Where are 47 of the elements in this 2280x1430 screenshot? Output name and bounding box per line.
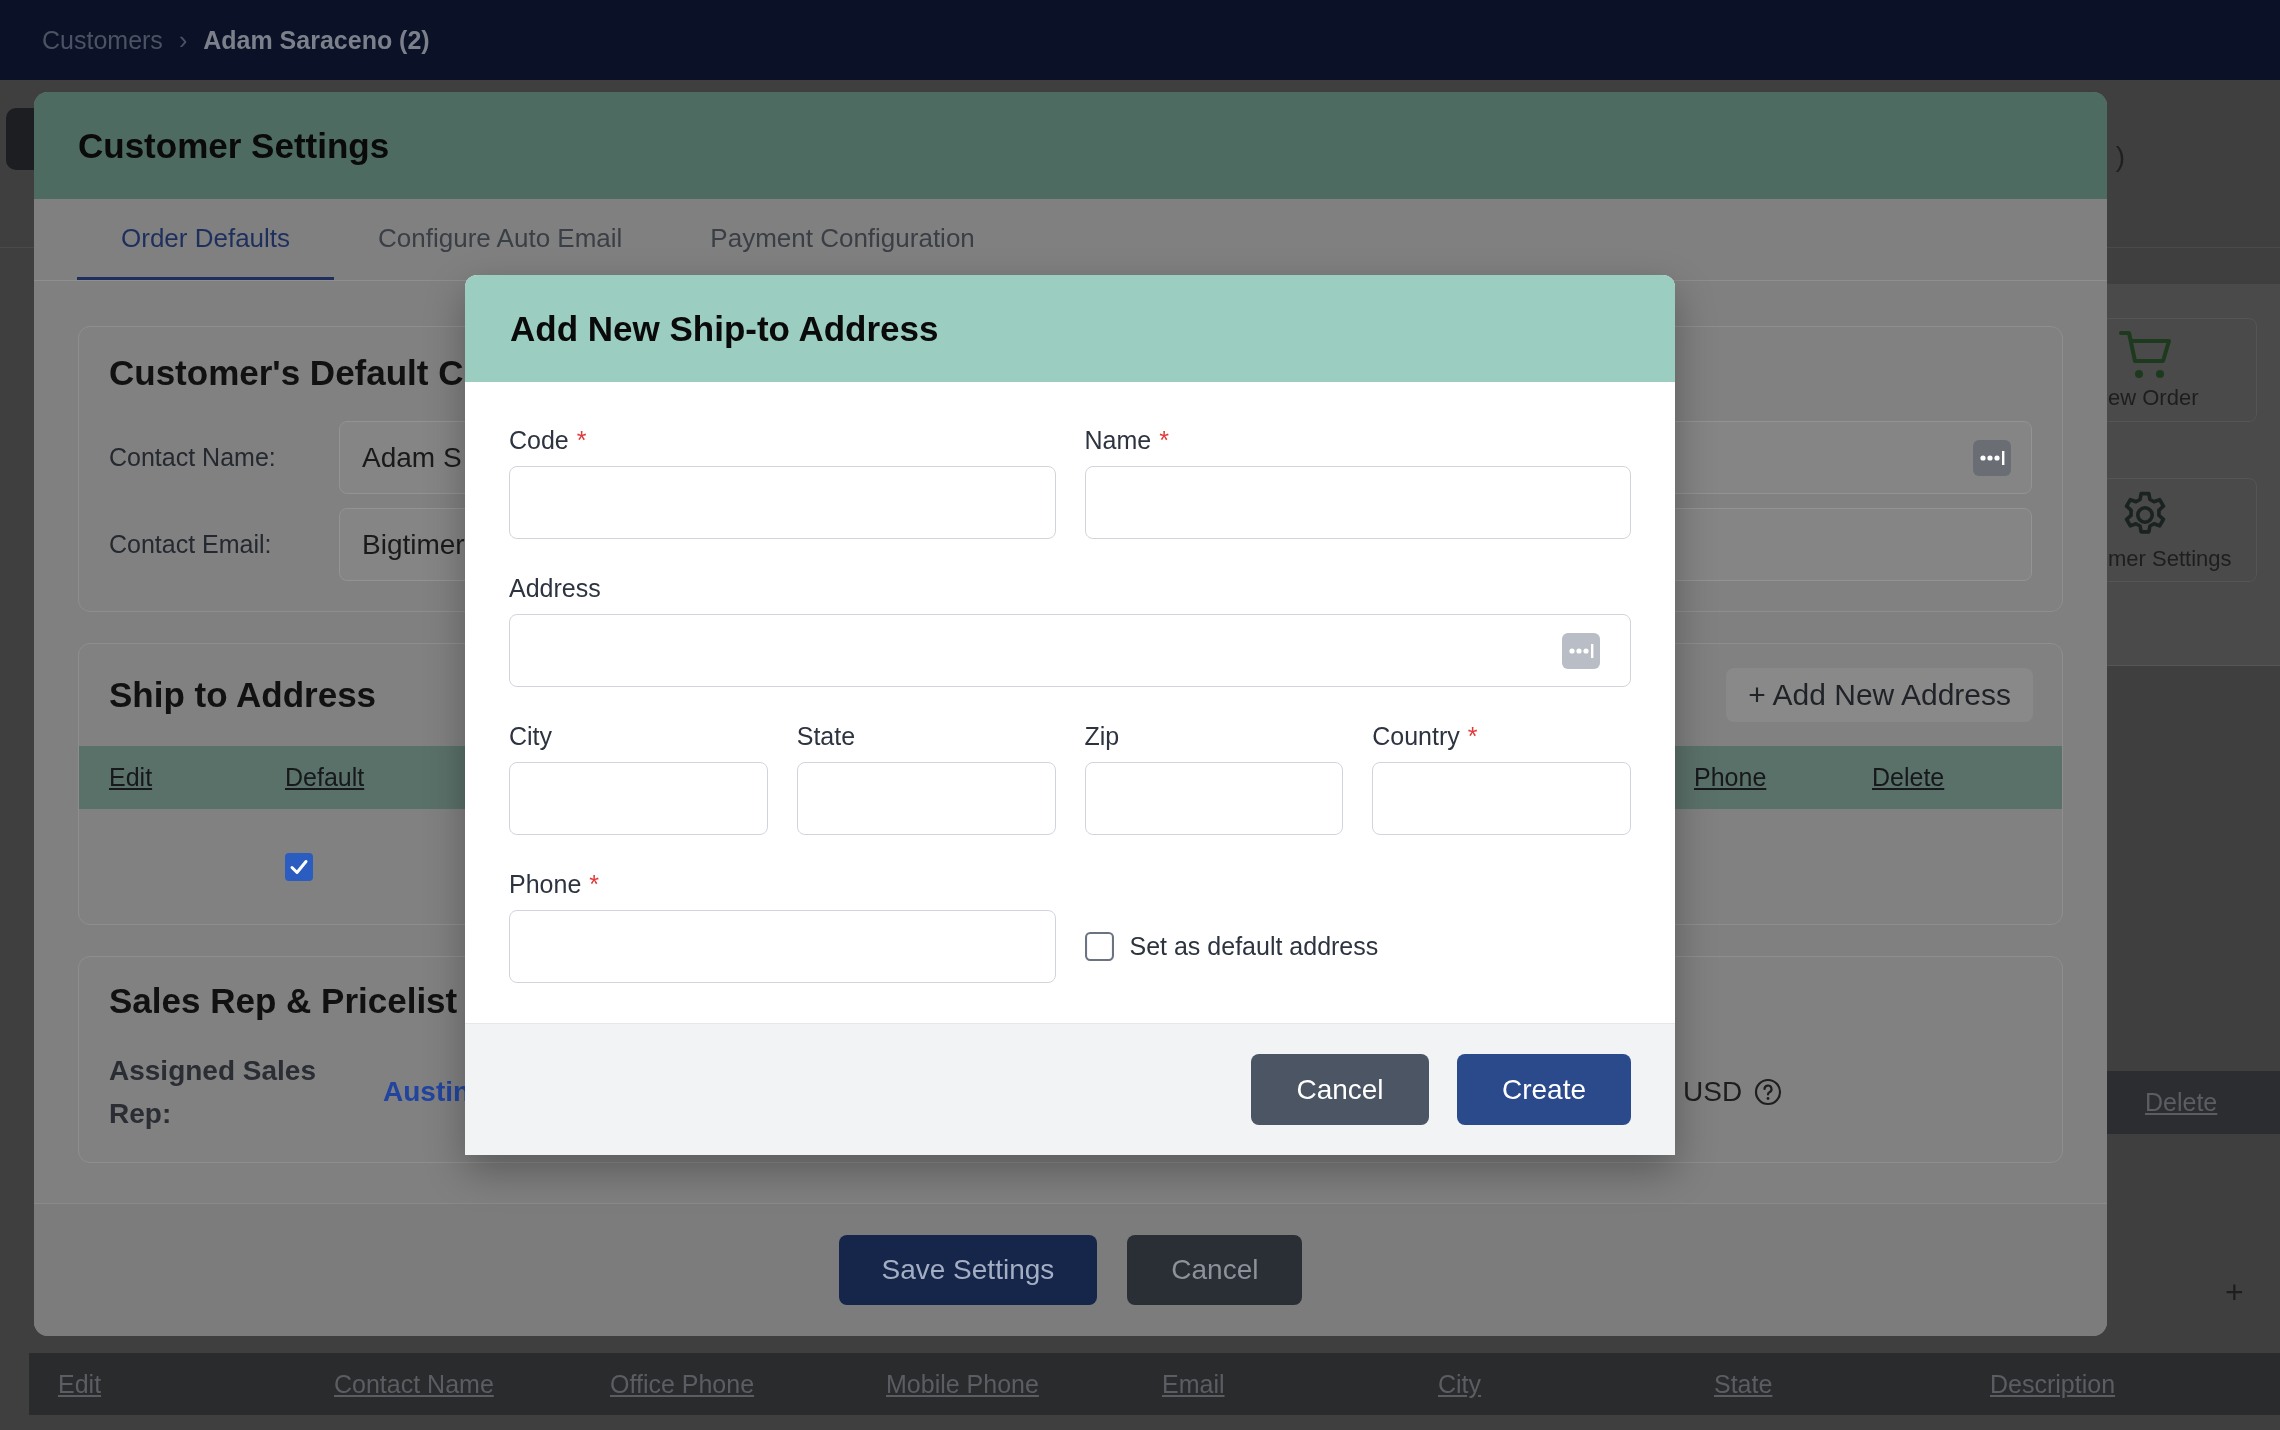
breadcrumb-link[interactable]: Customers [42,25,163,55]
input-field[interactable] [509,910,1056,983]
checkbox-label: Set as default address [1129,932,1379,961]
card-title: Customer's Default C [109,353,465,393]
create-button[interactable]: Create [1457,1054,1631,1125]
card-title: Ship to Address [109,675,377,715]
checkbox[interactable] [285,852,313,881]
field-label: City [509,722,554,751]
field-label: Address [509,574,602,603]
save-button[interactable]: Save Settings [838,1235,1098,1305]
ellipsis-icon[interactable] [1973,439,2011,476]
add-address-button[interactable]: + Add New Address [1726,668,2033,722]
input-field[interactable] [1084,762,1344,835]
field-label: Contact Name: [109,443,277,472]
header-text: ) [2115,140,2125,173]
cart-icon [2118,329,2174,381]
field-label: Contact Email: [109,530,273,559]
dialog-title: Add New Ship-to Address [510,308,939,349]
input-field[interactable] [796,762,1056,835]
cancel-button[interactable]: Cancel [1127,1235,1303,1305]
dialog-title: Customer Settings [78,125,390,166]
column-header-link[interactable]: Edit [109,763,285,792]
card-title: Sales Rep & Pricelist [109,981,459,1021]
field-label: State [796,722,857,751]
field-label: Name * [1084,426,1170,455]
field-label: Code * [509,426,588,455]
field-label: Phone * [509,870,601,899]
tab[interactable]: Configure Auto Email [334,199,667,280]
input-field[interactable] [1372,762,1631,835]
input-field[interactable] [509,614,1631,687]
currency-text: USD [1683,1076,1743,1109]
add-icon[interactable]: + [2225,1274,2280,1311]
input-field[interactable] [509,466,1056,539]
tab[interactable]: Order Defaults [77,199,335,280]
field-label: Assigned Sales Rep: [109,1054,317,1132]
column-header-link[interactable]: Phone [1694,763,1872,792]
field-label: Country * [1372,722,1479,751]
input-field[interactable] [509,762,768,835]
input-field[interactable] [1084,466,1631,539]
cancel-button[interactable]: Cancel [1251,1054,1429,1125]
breadcrumb-current: Adam Saraceno (2) [203,25,430,55]
help-icon[interactable] [1754,1078,1783,1107]
column-header-link[interactable]: Delete [1872,763,2062,792]
checkbox[interactable] [1084,932,1114,961]
field-label: Zip [1084,722,1121,751]
breadcrumb-separator: › [178,25,188,55]
tab[interactable]: Payment Configuration [666,199,1019,280]
